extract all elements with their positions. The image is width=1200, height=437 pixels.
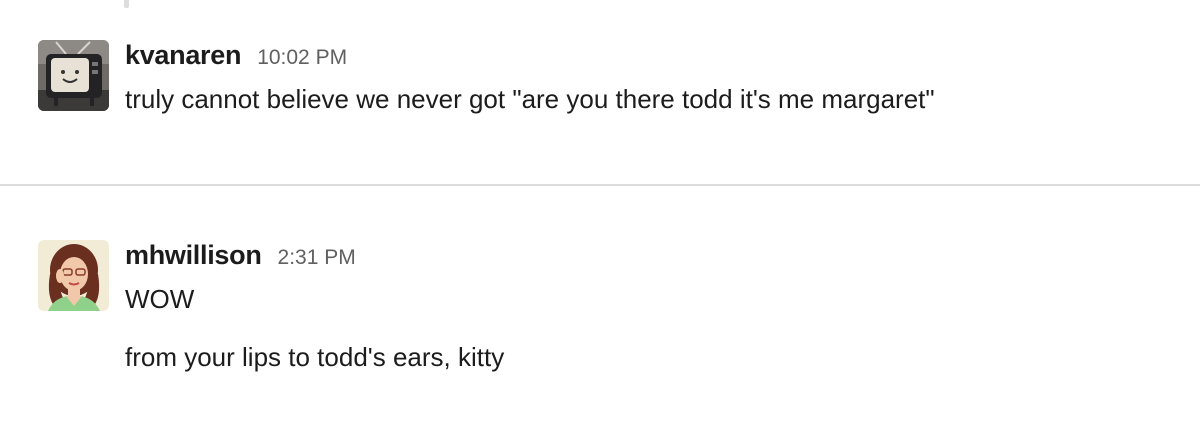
message-item[interactable]: mhwillison 2:31 PM WOW from your lips to… <box>0 236 1200 436</box>
timestamp[interactable]: 10:02 PM <box>257 46 347 70</box>
tv-avatar-icon <box>38 40 109 111</box>
message-text: from your lips to todd's ears, kitty <box>125 342 505 372</box>
divider <box>0 184 1200 186</box>
person-avatar-icon <box>38 240 109 311</box>
message-header: kvanaren 10:02 PM <box>125 40 347 76</box>
message-header: mhwillison 2:31 PM <box>125 240 356 276</box>
chat-view: kvanaren 10:02 PM truly cannot believe w… <box>0 0 1200 437</box>
username[interactable]: mhwillison <box>125 240 262 271</box>
previous-message-cutoff <box>140 0 1090 6</box>
username[interactable]: kvanaren <box>125 40 241 71</box>
message-text: WOW <box>125 284 195 314</box>
avatar[interactable] <box>38 40 109 111</box>
quote-bar <box>124 0 129 8</box>
timestamp[interactable]: 2:31 PM <box>278 246 356 270</box>
avatar[interactable] <box>38 240 109 311</box>
message-text: truly cannot believe we never got "are y… <box>125 84 935 114</box>
message-item[interactable]: kvanaren 10:02 PM truly cannot believe w… <box>0 36 1200 146</box>
